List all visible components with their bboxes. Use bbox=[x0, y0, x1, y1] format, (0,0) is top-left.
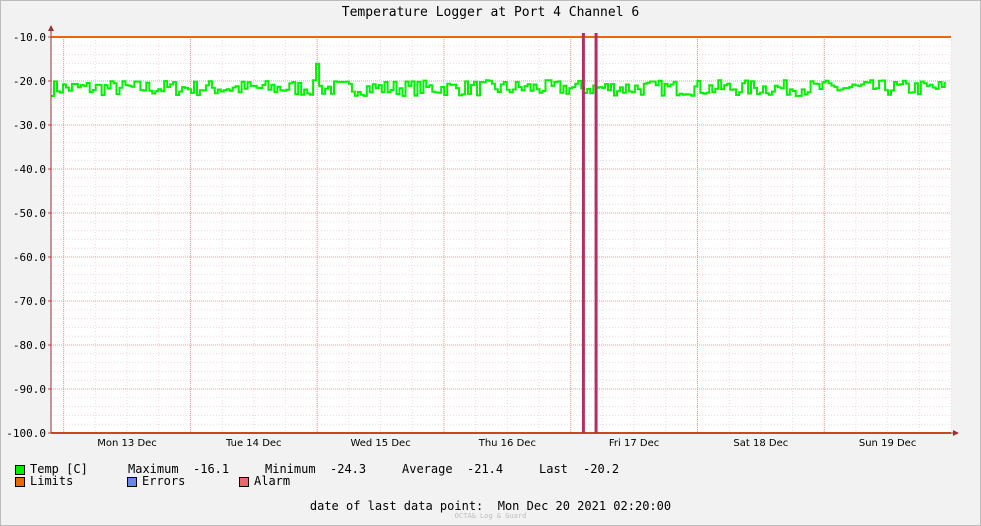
legend-swatch-alarm bbox=[239, 477, 249, 487]
x-tick-label: Fri 17 Dec bbox=[609, 438, 659, 449]
chart-svg: -10.0 -20.0 -30.0 -40.0 -50.0 -60.0 -70.0 -80.0… bbox=[6, 25, 959, 449]
x-tick-label: Tue 14 Dec bbox=[225, 438, 282, 449]
stat-last-value: -20.2 bbox=[583, 462, 620, 476]
stat-average-label: Average bbox=[402, 462, 453, 476]
stat-average-value: -21.4 bbox=[467, 462, 504, 476]
legend-swatch-temp bbox=[15, 465, 25, 475]
x-axis-arrow bbox=[953, 430, 959, 436]
x-tick-label: Sat 18 Dec bbox=[733, 438, 788, 449]
legend-swatch-limits bbox=[15, 477, 25, 487]
y-tick-label: -80.0 bbox=[13, 339, 46, 352]
legend-label-alarm: Alarm bbox=[254, 474, 291, 488]
watermark-text: OCTA& Log & Guard bbox=[454, 512, 527, 520]
stat-last-label: Last bbox=[539, 462, 568, 476]
legend-label-errors: Errors bbox=[142, 474, 186, 488]
y-tick-label: -10.0 bbox=[13, 31, 46, 44]
y-tick-label: -50.0 bbox=[13, 207, 46, 220]
y-tick-label: -70.0 bbox=[13, 295, 46, 308]
stat-minimum-value: -24.3 bbox=[330, 462, 367, 476]
y-tick-label: -40.0 bbox=[13, 163, 46, 176]
stat-maximum-value: -16.1 bbox=[193, 462, 230, 476]
x-tick-label: Mon 13 Dec bbox=[97, 438, 157, 449]
legend-label-limits: Limits bbox=[30, 474, 74, 488]
y-tick-label: -60.0 bbox=[13, 251, 46, 264]
y-tick-label: -100.0 bbox=[6, 427, 46, 440]
x-tick-label: Wed 15 Dec bbox=[350, 438, 410, 449]
x-tick-label: Thu 16 Dec bbox=[478, 438, 536, 449]
y-tick-label: -30.0 bbox=[13, 119, 46, 132]
y-tick-label: -90.0 bbox=[13, 383, 46, 396]
y-axis-arrow bbox=[48, 25, 54, 31]
y-tick-label: -20.0 bbox=[13, 75, 46, 88]
plot-area bbox=[51, 37, 951, 433]
legend-swatch-errors bbox=[127, 477, 137, 487]
last-data-point-text: date of last data point: Mon Dec 20 2021… bbox=[309, 499, 672, 513]
x-tick-label: Sun 19 Dec bbox=[859, 438, 916, 449]
